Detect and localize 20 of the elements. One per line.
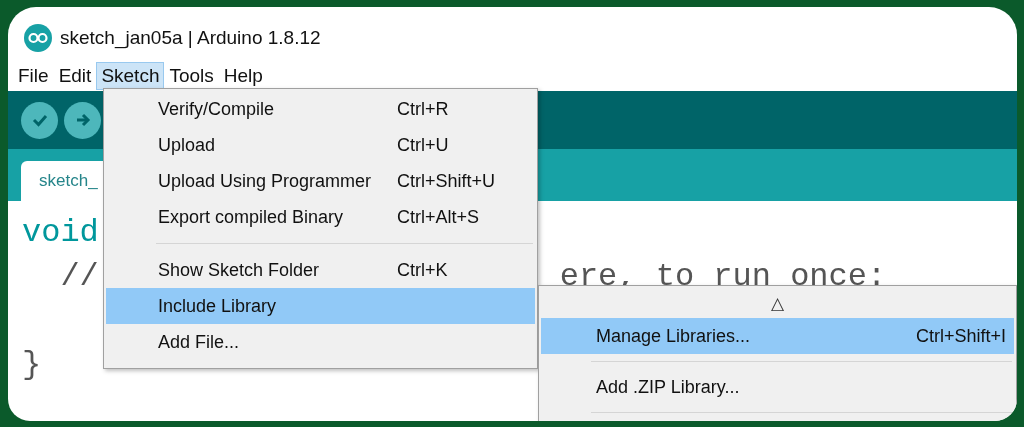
menu-item[interactable]: File (13, 62, 54, 90)
menu-item[interactable]: Show Sketch Folder Ctrl+K (106, 252, 535, 288)
menu-item[interactable]: Sketch (96, 62, 165, 90)
menu-item[interactable]: Export compiled Binary Ctrl+Alt+S (106, 199, 535, 235)
menu-item[interactable]: Tools (164, 62, 219, 90)
menu-item[interactable]: Verify/Compile Ctrl+R (106, 91, 535, 127)
window-title: sketch_jan05a | Arduino 1.8.12 (60, 27, 321, 49)
upload-button[interactable] (64, 101, 101, 139)
code-text: // (59, 257, 99, 297)
menu-item[interactable]: Upload Ctrl+U (106, 127, 535, 163)
verify-button[interactable] (21, 101, 58, 139)
menu-item[interactable]: Add File... (106, 324, 535, 360)
app-logo-icon (24, 24, 52, 52)
menu-item[interactable]: Help (218, 62, 268, 90)
code-text: } (22, 345, 42, 385)
menu-item[interactable]: Include Library (106, 288, 535, 324)
menu-item[interactable]: Edit (53, 62, 97, 90)
code-text: void (22, 213, 99, 253)
menu-item[interactable]: Add .ZIP Library... (541, 369, 1014, 405)
menu-item[interactable]: Manage Libraries... Ctrl+Shift+I (541, 318, 1014, 354)
